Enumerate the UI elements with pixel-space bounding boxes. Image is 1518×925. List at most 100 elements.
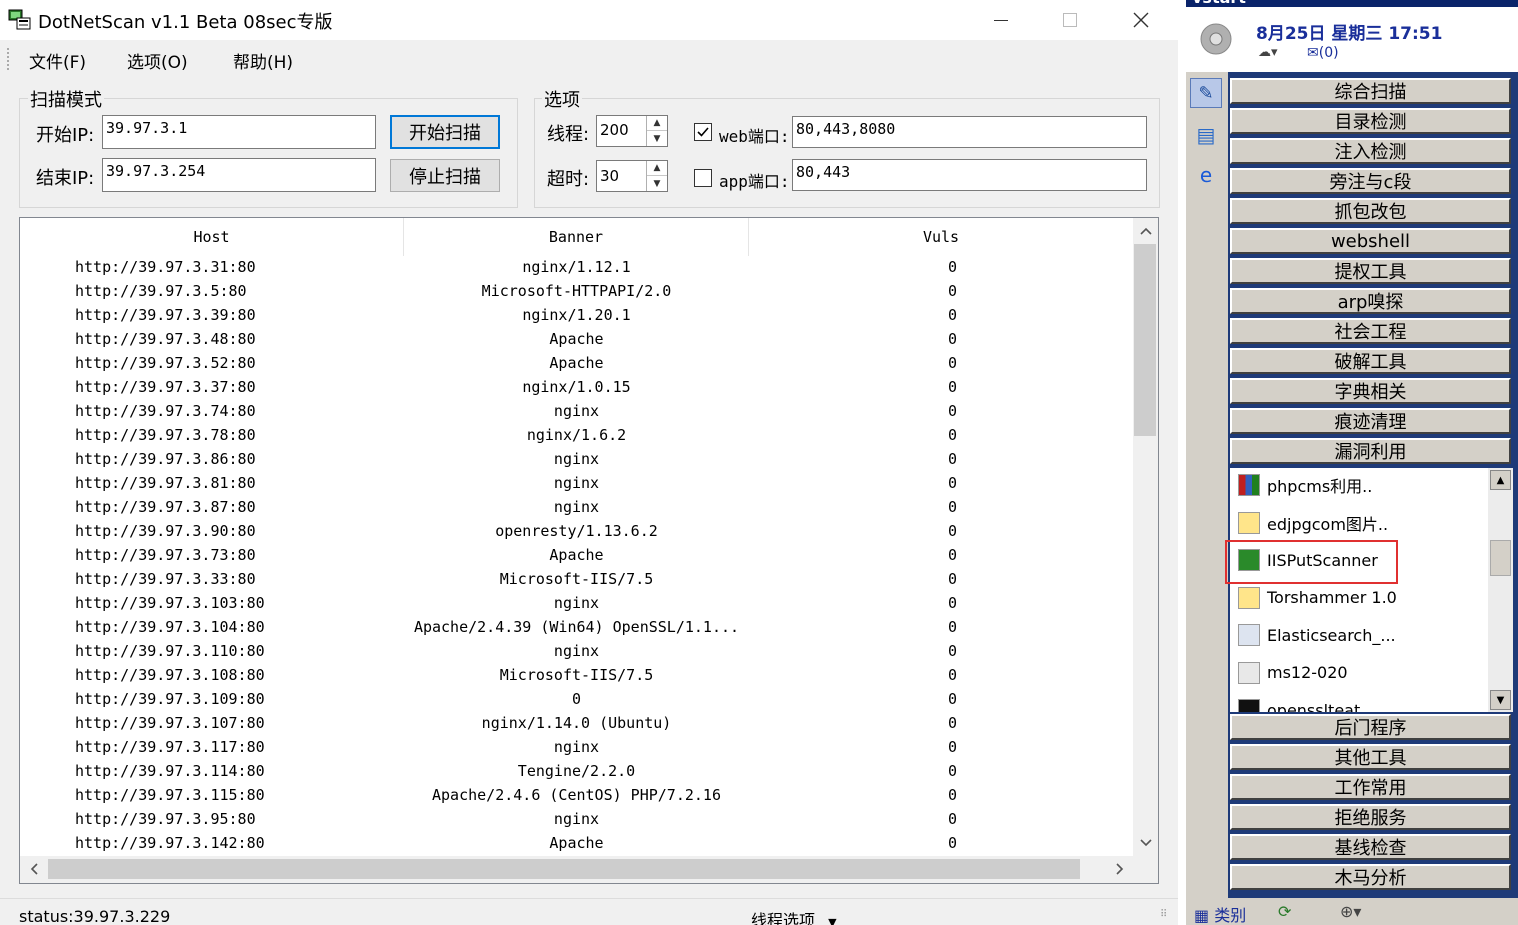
banner-cell: nginx/1.20.1	[522, 306, 631, 324]
category-top-7[interactable]: arp嗅探	[1230, 288, 1511, 314]
table-row[interactable]: http://39.97.3.33:80 Microsoft-IIS/7.5 0	[20, 568, 1132, 592]
table-row[interactable]: http://39.97.3.52:80 Apache 0	[20, 352, 1132, 376]
table-row[interactable]: http://39.97.3.95:80 nginx 0	[20, 808, 1132, 832]
stop-scan-button[interactable]: 停止扫描	[390, 159, 500, 192]
category-top-9[interactable]: 破解工具	[1230, 348, 1511, 374]
table-row[interactable]: http://39.97.3.86:80 nginx 0	[20, 448, 1132, 472]
vertical-scroll-thumb[interactable]	[1134, 244, 1156, 436]
category-top-5[interactable]: webshell	[1230, 228, 1511, 254]
close-button[interactable]	[1118, 0, 1164, 40]
table-row[interactable]: http://39.97.3.39:80 nginx/1.20.1 0	[20, 304, 1132, 328]
refresh-icon[interactable]: ⟳	[1278, 902, 1291, 921]
category-top-10[interactable]: 字典相关	[1230, 378, 1511, 404]
column-header-host[interactable]: Host	[20, 218, 404, 256]
table-row[interactable]: http://39.97.3.81:80 nginx 0	[20, 472, 1132, 496]
table-row[interactable]: http://39.97.3.104:80 Apache/2.4.39 (Win6…	[20, 616, 1132, 640]
table-row[interactable]: http://39.97.3.74:80 nginx 0	[20, 400, 1132, 424]
tool-item[interactable]: Elasticsearch_...	[1238, 620, 1396, 650]
category-bottom-3[interactable]: 拒绝服务	[1230, 804, 1511, 830]
menu-file[interactable]: 文件(F)	[29, 48, 86, 73]
app-port-checkbox[interactable]	[694, 169, 712, 187]
category-bottom-4[interactable]: 基线检查	[1230, 834, 1511, 860]
tool-item[interactable]: edjpgcom图片..	[1238, 508, 1388, 538]
results-list[interactable]: Host Banner Vuls http://39.97.3.31:80 ngi…	[19, 217, 1159, 884]
table-row[interactable]: http://39.97.3.87:80 nginx 0	[20, 496, 1132, 520]
category-top-0[interactable]: 综合扫描	[1230, 78, 1511, 104]
settings-gear-icon[interactable]	[1198, 21, 1234, 57]
table-row[interactable]: http://39.97.3.78:80 nginx/1.6.2 0	[20, 424, 1132, 448]
category-top-2[interactable]: 注入检测	[1230, 138, 1511, 164]
start-ip-input[interactable]: 39.97.3.1	[102, 115, 376, 149]
menu-help[interactable]: 帮助(H)	[233, 48, 293, 73]
scroll-up-icon[interactable]	[1133, 220, 1158, 242]
category-top-3[interactable]: 旁注与c段	[1230, 168, 1511, 194]
status-text: status:39.97.3.229	[19, 907, 171, 925]
tool-list[interactable]: phpcms利用.. edjpgcom图片.. IISPutScanner Torsh…	[1230, 468, 1513, 712]
tool-item[interactable]: ms12-020	[1238, 658, 1348, 688]
category-top-6[interactable]: 提权工具	[1230, 258, 1511, 284]
web-port-input[interactable]: 80,443,8080	[792, 116, 1147, 148]
spin-down-icon[interactable]: ▼	[647, 176, 667, 191]
table-row[interactable]: http://39.97.3.110:80 nginx 0	[20, 640, 1132, 664]
table-row[interactable]: http://39.97.3.31:80 nginx/1.12.1 0	[20, 256, 1132, 280]
web-port-checkbox[interactable]	[694, 123, 712, 141]
start-scan-button[interactable]: 开始扫描	[390, 115, 500, 149]
app-port-input[interactable]: 80,443	[792, 159, 1147, 191]
resize-grip-icon[interactable]: ⠿	[1160, 909, 1167, 920]
table-row[interactable]: http://39.97.3.5:80 Microsoft-HTTPAPI/2.0…	[20, 280, 1132, 304]
scroll-down-icon[interactable]: ▼	[1490, 690, 1511, 710]
category-bottom-5[interactable]: 木马分析	[1230, 864, 1511, 890]
tool-list-scrollbar[interactable]: ▲ ▼	[1488, 468, 1513, 712]
category-top-12[interactable]: 漏洞利用	[1230, 438, 1511, 464]
minimize-button[interactable]	[978, 0, 1024, 40]
tools-tab-icon[interactable]: ✎	[1190, 78, 1222, 108]
spin-up-icon[interactable]: ▲	[647, 116, 667, 131]
threads-spinner[interactable]: 200 ▲ ▼	[596, 115, 668, 147]
thread-options-dropdown[interactable]: 线程选项 ▼	[751, 907, 837, 925]
ie-tab-icon[interactable]: e	[1192, 162, 1220, 188]
table-row[interactable]: http://39.97.3.107:80 nginx/1.14.0 (Ubunt…	[20, 712, 1132, 736]
end-ip-input[interactable]: 39.97.3.254	[102, 158, 376, 192]
table-row[interactable]: http://39.97.3.103:80 nginx 0	[20, 592, 1132, 616]
category-top-8[interactable]: 社会工程	[1230, 318, 1511, 344]
category-top-11[interactable]: 痕迹清理	[1230, 408, 1511, 434]
category-bottom-1[interactable]: 其他工具	[1230, 744, 1511, 770]
category-button[interactable]: ▦ 类别	[1194, 902, 1246, 925]
table-row[interactable]: http://39.97.3.48:80 Apache 0	[20, 328, 1132, 352]
folder-tab-icon[interactable]: ▤	[1192, 122, 1220, 148]
table-row[interactable]: http://39.97.3.108:80 Microsoft-IIS/7.5 0	[20, 664, 1132, 688]
category-top-4[interactable]: 抓包改包	[1230, 198, 1511, 224]
column-header-banner[interactable]: Banner	[404, 218, 749, 256]
scroll-up-icon[interactable]: ▲	[1490, 470, 1511, 490]
horizontal-scroll-thumb[interactable]	[48, 859, 1080, 879]
spin-down-icon[interactable]: ▼	[647, 131, 667, 146]
tool-item[interactable]: phpcms利用..	[1238, 470, 1372, 500]
scroll-right-icon[interactable]	[1108, 859, 1132, 879]
table-row[interactable]: http://39.97.3.90:80 openresty/1.13.6.2 0	[20, 520, 1132, 544]
category-bottom-2[interactable]: 工作常用	[1230, 774, 1511, 800]
mail-link[interactable]: ✉(0)	[1307, 45, 1339, 61]
spin-up-icon[interactable]: ▲	[647, 161, 667, 176]
maximize-button[interactable]	[1047, 0, 1093, 40]
table-row[interactable]: http://39.97.3.109:80 0 0	[20, 688, 1132, 712]
table-row[interactable]: http://39.97.3.115:80 Apache/2.4.6 (CentO…	[20, 784, 1132, 808]
scan-mode-title: 扫描模式	[28, 86, 104, 112]
table-row[interactable]: http://39.97.3.73:80 Apache 0	[20, 544, 1132, 568]
table-row[interactable]: http://39.97.3.142:80 Apache 0	[20, 832, 1132, 856]
tool-item[interactable]: opensslteat	[1238, 695, 1360, 712]
table-row[interactable]: http://39.97.3.117:80 nginx 0	[20, 736, 1132, 760]
tool-item[interactable]: Torshammer 1.0	[1238, 583, 1397, 613]
category-top-1[interactable]: 目录检测	[1230, 108, 1511, 134]
title-bar[interactable]: DotNetScan v1.1 Beta 08sec专版	[0, 0, 1178, 40]
menu-options[interactable]: 选项(O)	[127, 48, 188, 73]
scroll-down-icon[interactable]	[1133, 832, 1158, 854]
category-bottom-0[interactable]: 后门程序	[1230, 714, 1511, 740]
add-tool-icon[interactable]: ⊕▾	[1340, 902, 1361, 921]
table-row[interactable]: http://39.97.3.114:80 Tengine/2.2.0 0	[20, 760, 1132, 784]
timeout-spinner[interactable]: 30 ▲ ▼	[596, 160, 668, 192]
tool-list-scroll-thumb[interactable]	[1490, 540, 1511, 576]
scroll-left-icon[interactable]	[22, 859, 46, 879]
column-header-vuls[interactable]: Vuls	[749, 218, 1133, 256]
weather-icon[interactable]: ☁▾	[1258, 45, 1278, 60]
table-row[interactable]: http://39.97.3.37:80 nginx/1.0.15 0	[20, 376, 1132, 400]
